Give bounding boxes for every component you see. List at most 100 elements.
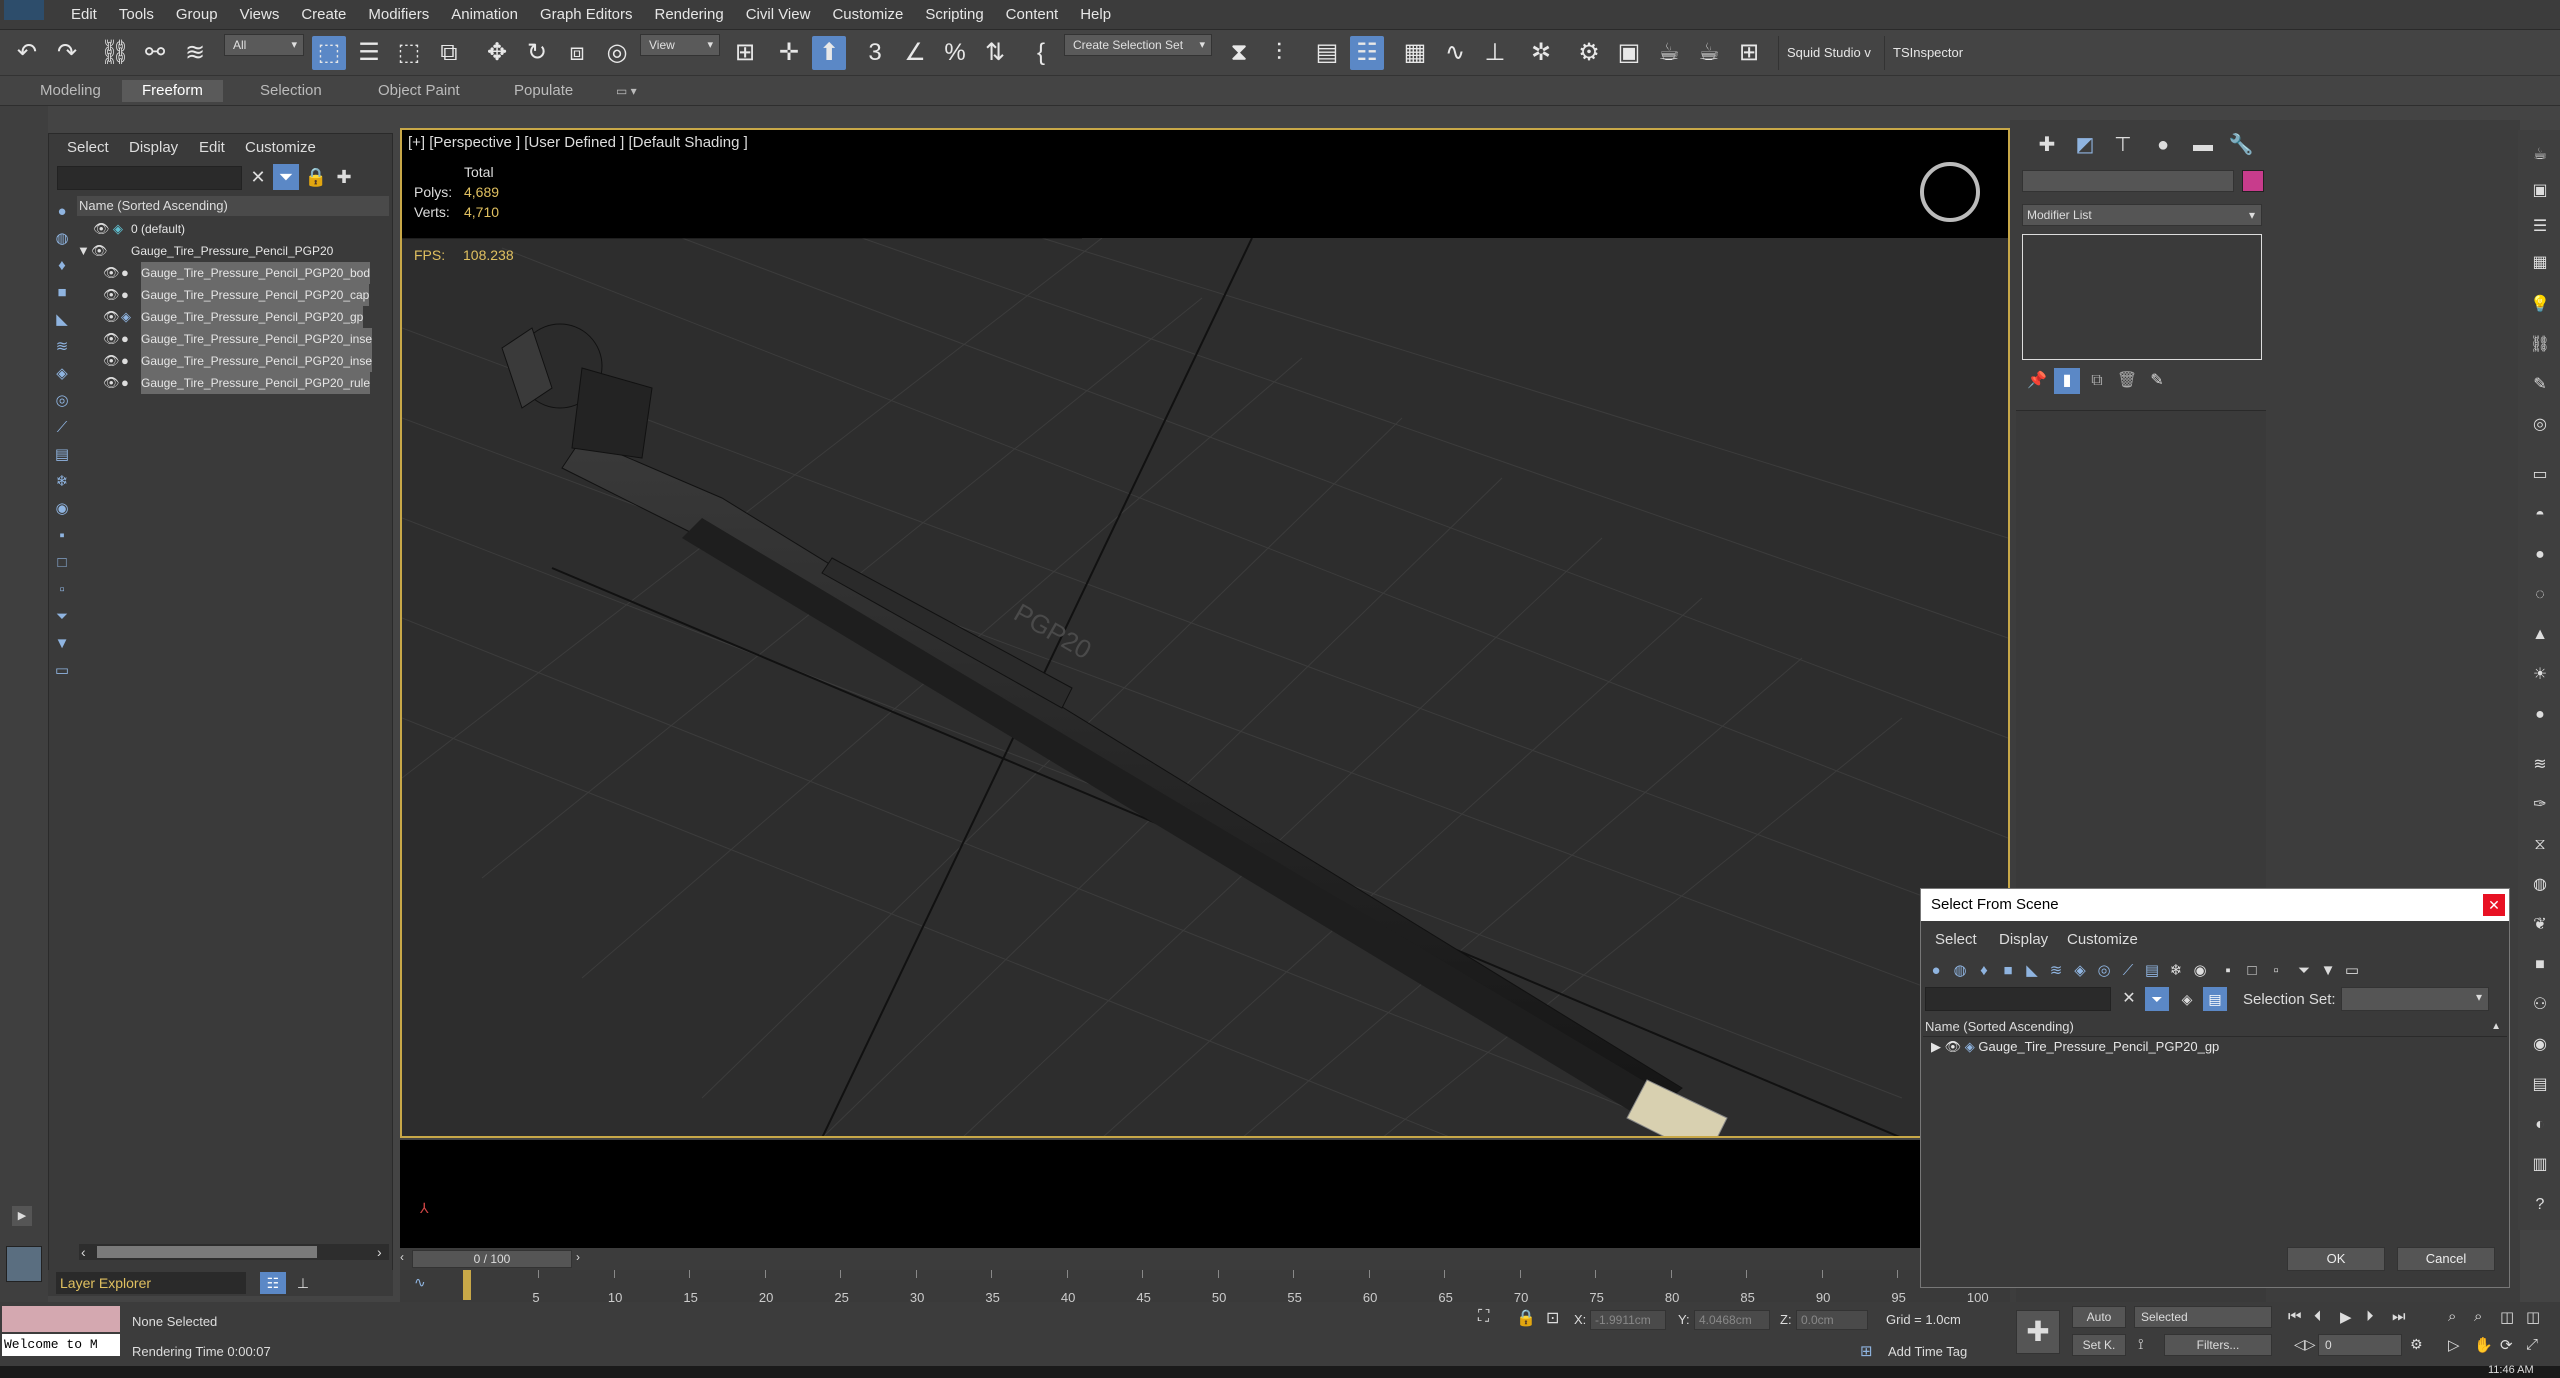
render-icon[interactable]: ◐ (2526, 1110, 2554, 1140)
time-tag-icon[interactable]: ⊞ (1860, 1342, 1873, 1360)
sort-ascending-icon[interactable]: ▲ (2491, 1017, 2501, 1037)
geometry-filter-icon[interactable]: ● (1925, 959, 1947, 983)
close-icon[interactable]: ✕ (2483, 894, 2505, 916)
named-selection-set-dropdown[interactable]: Create Selection Set (1064, 34, 1212, 56)
pivot-center-icon[interactable]: ⊞ (728, 36, 762, 70)
expand-arrow-icon[interactable]: ▶ (12, 1206, 32, 1226)
people-icon[interactable]: ⚇ (2526, 990, 2554, 1020)
explorer-menu-display[interactable]: Display (129, 139, 178, 156)
filter-icon[interactable]: ⏷ (2145, 987, 2169, 1011)
zoom-icon[interactable]: ⌕ (2448, 1308, 2456, 1325)
sync-selection-icon[interactable]: ⏷ (51, 603, 73, 630)
x-coord-field[interactable]: -1.9911cm (1590, 1310, 1666, 1330)
squid-studio-button[interactable]: Squid Studio v (1778, 36, 1879, 70)
explorer-search-input[interactable] (57, 166, 242, 190)
tab-object-paint[interactable]: Object Paint (358, 80, 480, 102)
menu-rendering[interactable]: Rendering (643, 6, 734, 23)
reference-coordinate-dropdown[interactable]: View (640, 34, 720, 56)
selection-set-dropdown[interactable] (2341, 987, 2489, 1011)
display-none-icon[interactable]: □ (51, 549, 73, 576)
remove-modifier-icon[interactable]: 🗑 (2114, 368, 2140, 394)
maximize-viewport-icon[interactable]: ⤢ (2526, 1336, 2538, 1353)
grid-icon[interactable]: ▦ (2526, 248, 2554, 278)
paint-icon[interactable]: ✑ (2526, 790, 2554, 820)
show-end-result-icon[interactable]: ▮ (2054, 368, 2080, 394)
spinner-snap-icon[interactable]: ⇅ (978, 36, 1012, 70)
layers-stack-icon[interactable]: ◈ (2175, 987, 2199, 1011)
eye-sphere-icon[interactable]: ◉ (2526, 1030, 2554, 1060)
dome-icon[interactable]: ◓ (2526, 500, 2554, 530)
utilities-tab-icon[interactable]: 🔧 (2224, 130, 2258, 160)
tab-populate[interactable]: Populate (494, 80, 593, 102)
motion-tab-icon[interactable]: ● (2146, 130, 2180, 160)
viewcube-icon[interactable] (1920, 162, 1980, 222)
visibility-eye-icon[interactable]: 👁 (103, 328, 120, 350)
orbit-icon[interactable]: ⟳ (2500, 1336, 2513, 1354)
next-frame-button-icon[interactable]: ⏵ (2366, 1308, 2374, 1325)
auto-key-button[interactable]: Auto (2072, 1306, 2126, 1328)
help-icon[interactable]: ? (2526, 1190, 2554, 1220)
sun-icon[interactable]: ☀ (2526, 660, 2554, 690)
hair-icon[interactable]: ≋ (2526, 750, 2554, 780)
toggle-ribbon-icon[interactable]: ▦ (1398, 36, 1432, 70)
key-filters-button[interactable]: Filters... (2164, 1334, 2272, 1356)
toggle-layer-explorer-icon[interactable]: ☷ (1350, 36, 1384, 70)
bones-filter-icon[interactable]: ⟋ (2117, 959, 2139, 983)
tab-selection[interactable]: Selection (240, 80, 342, 102)
display-tab-icon[interactable]: ▬ (2186, 130, 2220, 160)
sync-selection-icon[interactable]: ⏷ (2293, 959, 2315, 983)
pin-stack-icon[interactable]: 📌 (2024, 368, 2050, 394)
visibility-eye-icon[interactable]: 👁 (93, 218, 110, 240)
shapes-filter-icon[interactable]: ◍ (1949, 959, 1971, 983)
select-by-name-icon[interactable]: ☰ (352, 36, 386, 70)
schematic-view-icon[interactable]: ⊥ (1478, 36, 1512, 70)
scroll-right-icon[interactable]: › (377, 1244, 382, 1260)
add-time-tag[interactable]: Add Time Tag (1888, 1344, 1967, 1359)
cone-icon[interactable]: ▲ (2526, 620, 2554, 650)
next-frame-icon[interactable]: › (576, 1250, 588, 1264)
spacewarps-filter-icon[interactable]: ≋ (51, 333, 73, 360)
zoom-all-icon[interactable]: ⌕ (2474, 1308, 2482, 1325)
redo-icon[interactable]: ↷ (50, 36, 84, 70)
expand-arrow-icon[interactable]: ▶ (1931, 1039, 1941, 1054)
xrefs-filter-icon[interactable]: ◎ (2093, 959, 2115, 983)
undo-icon[interactable]: ↶ (10, 36, 44, 70)
display-all-icon[interactable]: ▪ (2217, 959, 2239, 983)
hierarchy-tab-icon[interactable]: ⊤ (2106, 130, 2140, 160)
explorer-column-header[interactable]: Name (Sorted Ascending) (77, 196, 389, 216)
bind-spacewarp-icon[interactable]: ≋ (178, 36, 212, 70)
explorer-menu-select[interactable]: Select (67, 139, 109, 156)
set-key-button[interactable]: Set K. (2072, 1334, 2126, 1356)
tree-row-insert-1[interactable]: 👁 ● Gauge_Tire_Pressure_Pencil_PGP20_ins… (77, 328, 389, 350)
time-configuration-icon[interactable]: ⚙ (2410, 1336, 2423, 1353)
sphere-icon[interactable]: ◎ (2526, 410, 2554, 440)
mirror-icon[interactable]: ⧗ (1222, 36, 1256, 70)
menu-civil-view[interactable]: Civil View (735, 6, 822, 23)
menu-tools[interactable]: Tools (108, 6, 165, 23)
curve-editor-icon[interactable]: ∿ (1438, 36, 1472, 70)
filter-toggle-icon[interactable]: ▼ (2317, 959, 2339, 983)
perspective-viewport[interactable]: PGP20 [+] [Perspective ] [User Defined ]… (400, 128, 2010, 1138)
viewport-label[interactable]: [+] [Perspective ] [User Defined ] [Defa… (408, 134, 748, 151)
geometry-filter-icon[interactable]: ● (51, 198, 73, 225)
snap-3d-icon[interactable]: 3 (858, 36, 892, 70)
tree-row-gp[interactable]: 👁 ◈ Gauge_Tire_Pressure_Pencil_PGP20_gp (77, 306, 389, 328)
maxscript-mini-listener[interactable]: Welcome to M (2, 1334, 120, 1356)
app-logo[interactable] (4, 0, 44, 20)
selection-lock-icon[interactable]: 🔒 (1516, 1308, 1536, 1328)
visibility-eye-icon[interactable]: 👁 (103, 350, 120, 372)
display-none-icon[interactable]: □ (2241, 959, 2263, 983)
frozen-filter-icon[interactable]: ❄ (2165, 959, 2187, 983)
set-key-big-icon[interactable]: ✚ (2016, 1310, 2060, 1354)
spacewarps-filter-icon[interactable]: ≋ (2045, 959, 2067, 983)
layers-icon[interactable]: ▤ (2526, 1070, 2554, 1100)
unlink-icon[interactable]: ⚯ (138, 36, 172, 70)
menu-content[interactable]: Content (995, 6, 1070, 23)
hidden-filter-icon[interactable]: ◉ (2189, 959, 2211, 983)
rendered-frame-window-icon[interactable]: ▣ (1612, 36, 1646, 70)
percent-snap-icon[interactable]: % (938, 36, 972, 70)
configure-modifier-sets-icon[interactable]: ✎ (2144, 368, 2170, 394)
zoom-extents-all-icon[interactable]: ◫ (2526, 1308, 2540, 1326)
helpers-filter-icon[interactable]: ◣ (2021, 959, 2043, 983)
material-editor-icon[interactable]: ✲ (1524, 36, 1558, 70)
